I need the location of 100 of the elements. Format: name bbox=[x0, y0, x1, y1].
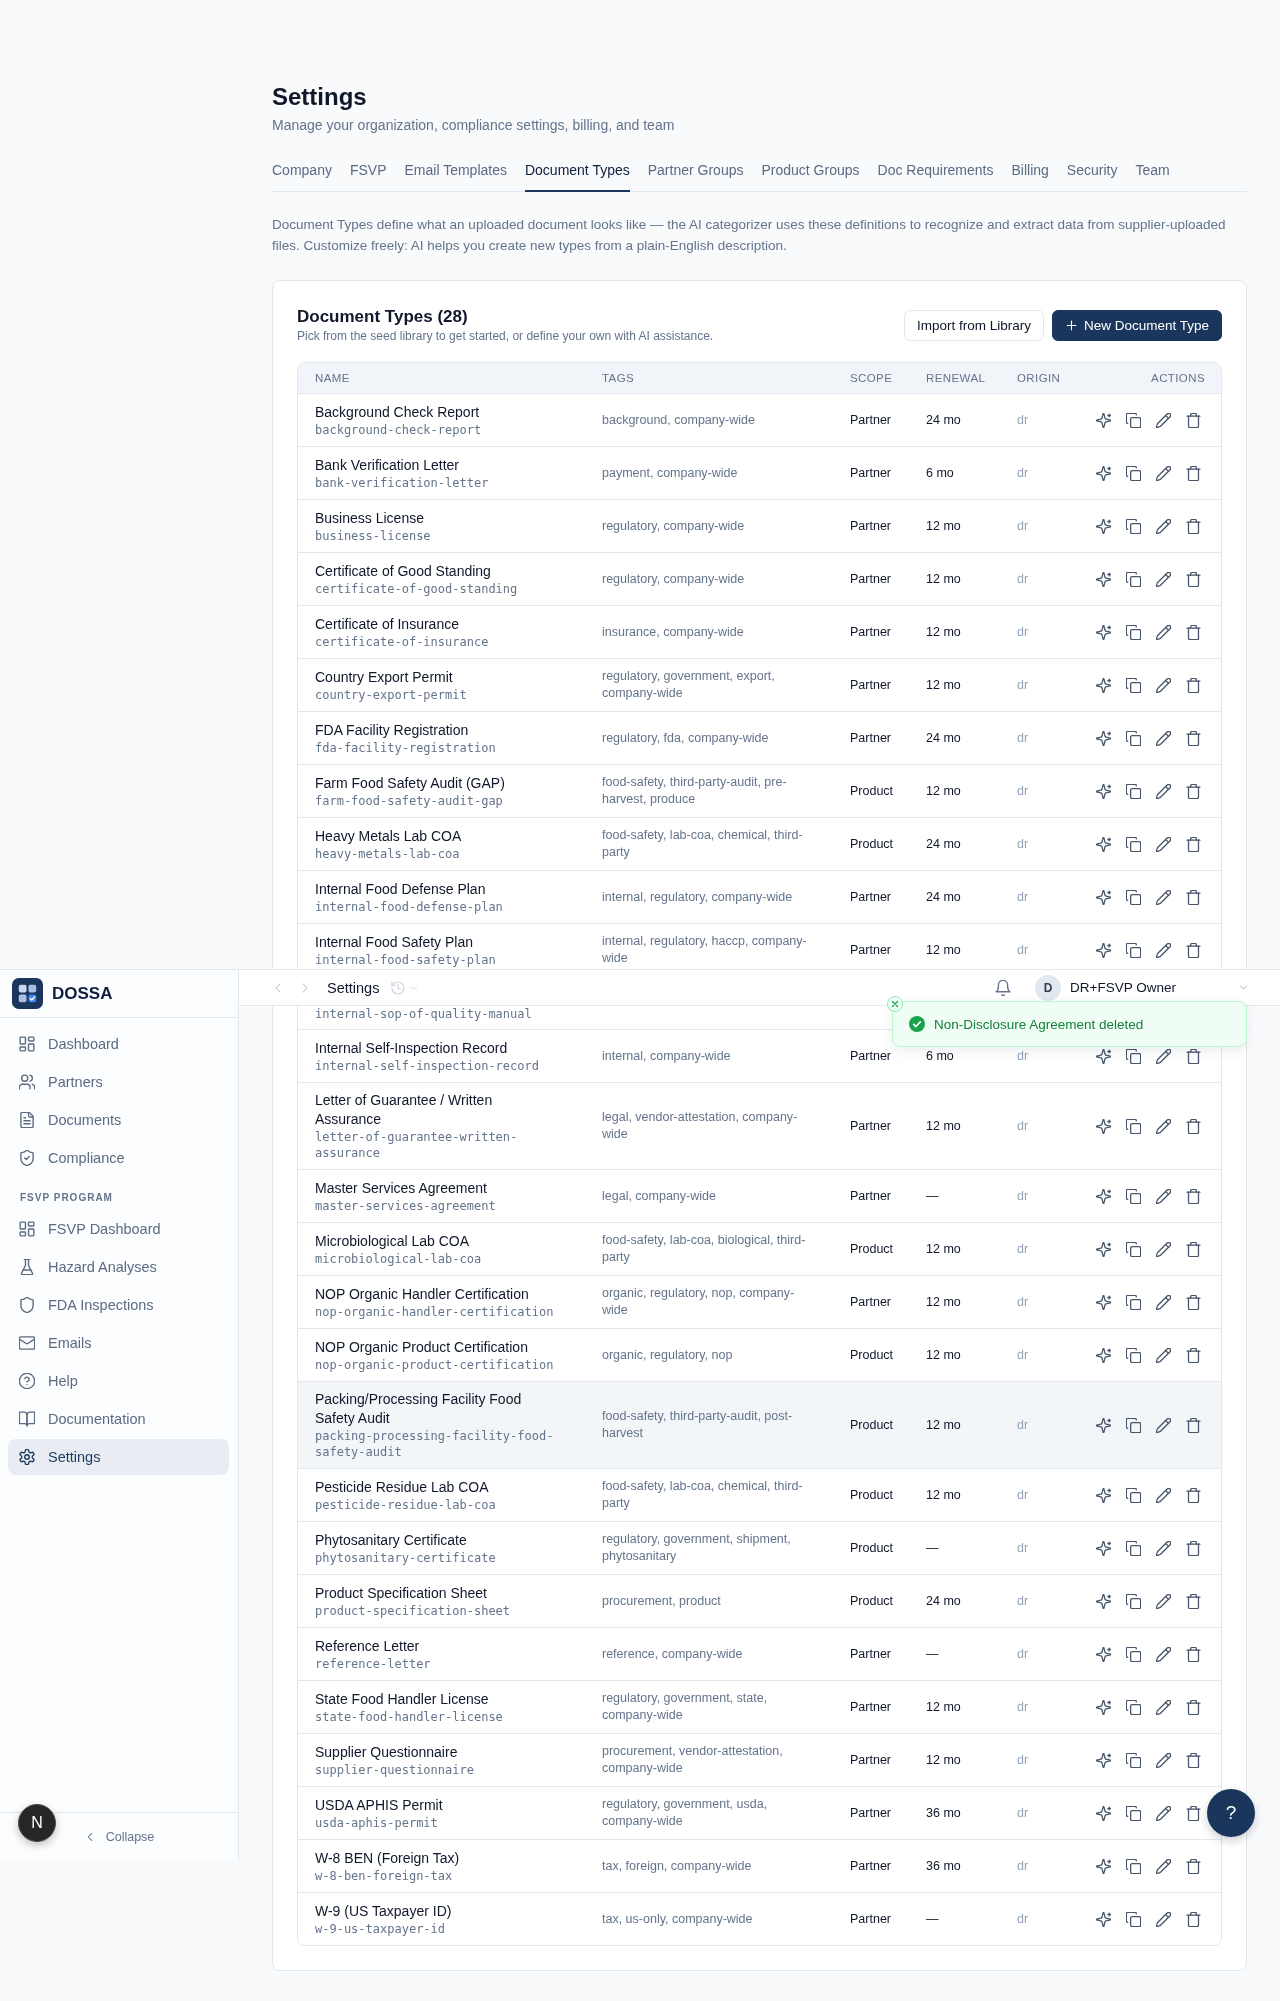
copy-icon[interactable] bbox=[1126, 889, 1141, 905]
edit-icon[interactable] bbox=[1156, 1858, 1171, 1874]
sparkles-icon[interactable] bbox=[1096, 1805, 1111, 1821]
nav-item[interactable]: FDA Inspections bbox=[8, 1287, 229, 1323]
copy-icon[interactable] bbox=[1126, 942, 1141, 958]
copy-icon[interactable] bbox=[1126, 1593, 1141, 1609]
copy-icon[interactable] bbox=[1126, 1699, 1141, 1715]
tab[interactable]: Billing bbox=[1011, 160, 1049, 192]
edit-icon[interactable] bbox=[1156, 1699, 1171, 1715]
edit-icon[interactable] bbox=[1156, 1487, 1171, 1503]
copy-icon[interactable] bbox=[1126, 412, 1141, 428]
sparkles-icon[interactable] bbox=[1096, 1540, 1111, 1556]
nav-item[interactable]: Help bbox=[8, 1363, 229, 1399]
sparkles-icon[interactable] bbox=[1096, 836, 1111, 852]
copy-icon[interactable] bbox=[1126, 677, 1141, 693]
delete-icon[interactable] bbox=[1186, 571, 1201, 587]
copy-icon[interactable] bbox=[1126, 1241, 1141, 1257]
delete-icon[interactable] bbox=[1186, 1593, 1201, 1609]
edit-icon[interactable] bbox=[1156, 730, 1171, 746]
delete-icon[interactable] bbox=[1186, 1805, 1201, 1821]
edit-icon[interactable] bbox=[1156, 412, 1171, 428]
sparkles-icon[interactable] bbox=[1096, 624, 1111, 640]
edit-icon[interactable] bbox=[1156, 677, 1171, 693]
copy-icon[interactable] bbox=[1126, 1540, 1141, 1556]
sparkles-icon[interactable] bbox=[1096, 1593, 1111, 1609]
edit-icon[interactable] bbox=[1156, 465, 1171, 481]
copy-icon[interactable] bbox=[1126, 1294, 1141, 1310]
copy-icon[interactable] bbox=[1126, 1911, 1141, 1927]
sparkles-icon[interactable] bbox=[1096, 465, 1111, 481]
copy-icon[interactable] bbox=[1126, 1347, 1141, 1363]
edit-icon[interactable] bbox=[1156, 783, 1171, 799]
copy-icon[interactable] bbox=[1126, 836, 1141, 852]
tab[interactable]: FSVP bbox=[349, 160, 387, 192]
sparkles-icon[interactable] bbox=[1096, 942, 1111, 958]
delete-icon[interactable] bbox=[1186, 1347, 1201, 1363]
user-avatar[interactable]: D bbox=[1035, 974, 1062, 1001]
edit-icon[interactable] bbox=[1156, 1646, 1171, 1662]
sparkles-icon[interactable] bbox=[1096, 1294, 1111, 1310]
bell-icon[interactable] bbox=[995, 979, 1012, 996]
nav-item[interactable]: Hazard Analyses bbox=[8, 1249, 229, 1285]
sparkles-icon[interactable] bbox=[1096, 1699, 1111, 1715]
nav-item[interactable]: Dashboard bbox=[8, 1026, 229, 1062]
close-icon[interactable] bbox=[887, 996, 903, 1012]
nav-item[interactable]: Partners bbox=[8, 1064, 229, 1100]
copy-icon[interactable] bbox=[1126, 624, 1141, 640]
delete-icon[interactable] bbox=[1186, 730, 1201, 746]
copy-icon[interactable] bbox=[1126, 1048, 1141, 1064]
nav-item[interactable]: Emails bbox=[8, 1325, 229, 1361]
sparkles-icon[interactable] bbox=[1096, 1417, 1111, 1433]
delete-icon[interactable] bbox=[1186, 1188, 1201, 1204]
tab[interactable]: Partner Groups bbox=[647, 160, 744, 192]
edit-icon[interactable] bbox=[1156, 1911, 1171, 1927]
sparkles-icon[interactable] bbox=[1096, 571, 1111, 587]
logo-icon[interactable] bbox=[12, 978, 43, 1009]
delete-icon[interactable] bbox=[1186, 1911, 1201, 1927]
tab[interactable]: Document Types bbox=[524, 160, 630, 192]
edit-icon[interactable] bbox=[1156, 1752, 1171, 1768]
copy-icon[interactable] bbox=[1126, 1805, 1141, 1821]
sparkles-icon[interactable] bbox=[1096, 1487, 1111, 1503]
delete-icon[interactable] bbox=[1186, 518, 1201, 534]
delete-icon[interactable] bbox=[1186, 889, 1201, 905]
tab[interactable]: Doc Requirements bbox=[877, 160, 994, 192]
delete-icon[interactable] bbox=[1186, 1646, 1201, 1662]
sparkles-icon[interactable] bbox=[1096, 1347, 1111, 1363]
edit-icon[interactable] bbox=[1156, 836, 1171, 852]
tab[interactable]: Product Groups bbox=[761, 160, 860, 192]
copy-icon[interactable] bbox=[1126, 1752, 1141, 1768]
edit-icon[interactable] bbox=[1156, 624, 1171, 640]
edit-icon[interactable] bbox=[1156, 518, 1171, 534]
edit-icon[interactable] bbox=[1156, 571, 1171, 587]
sparkles-icon[interactable] bbox=[1096, 1858, 1111, 1874]
nav-item[interactable]: Compliance bbox=[8, 1140, 229, 1176]
copy-icon[interactable] bbox=[1126, 465, 1141, 481]
tab[interactable]: Team bbox=[1135, 160, 1170, 192]
delete-icon[interactable] bbox=[1186, 465, 1201, 481]
edit-icon[interactable] bbox=[1156, 889, 1171, 905]
tab[interactable]: Company bbox=[272, 160, 332, 192]
sparkles-icon[interactable] bbox=[1096, 1752, 1111, 1768]
edit-icon[interactable] bbox=[1156, 1347, 1171, 1363]
delete-icon[interactable] bbox=[1186, 1699, 1201, 1715]
collapse-button[interactable]: Collapse bbox=[79, 1827, 159, 1846]
nav-item[interactable]: FSVP Dashboard bbox=[8, 1211, 229, 1247]
delete-icon[interactable] bbox=[1186, 942, 1201, 958]
delete-icon[interactable] bbox=[1186, 1241, 1201, 1257]
delete-icon[interactable] bbox=[1186, 412, 1201, 428]
sparkles-icon[interactable] bbox=[1096, 1241, 1111, 1257]
delete-icon[interactable] bbox=[1186, 1540, 1201, 1556]
delete-icon[interactable] bbox=[1186, 1487, 1201, 1503]
copy-icon[interactable] bbox=[1126, 1188, 1141, 1204]
sparkles-icon[interactable] bbox=[1096, 1188, 1111, 1204]
sparkles-icon[interactable] bbox=[1096, 1646, 1111, 1662]
edit-icon[interactable] bbox=[1156, 1294, 1171, 1310]
edit-icon[interactable] bbox=[1156, 1241, 1171, 1257]
sparkles-icon[interactable] bbox=[1096, 677, 1111, 693]
delete-icon[interactable] bbox=[1186, 1752, 1201, 1768]
delete-icon[interactable] bbox=[1186, 836, 1201, 852]
sparkles-icon[interactable] bbox=[1096, 518, 1111, 534]
copy-icon[interactable] bbox=[1126, 1646, 1141, 1662]
sparkles-icon[interactable] bbox=[1096, 1911, 1111, 1927]
edit-icon[interactable] bbox=[1156, 1188, 1171, 1204]
